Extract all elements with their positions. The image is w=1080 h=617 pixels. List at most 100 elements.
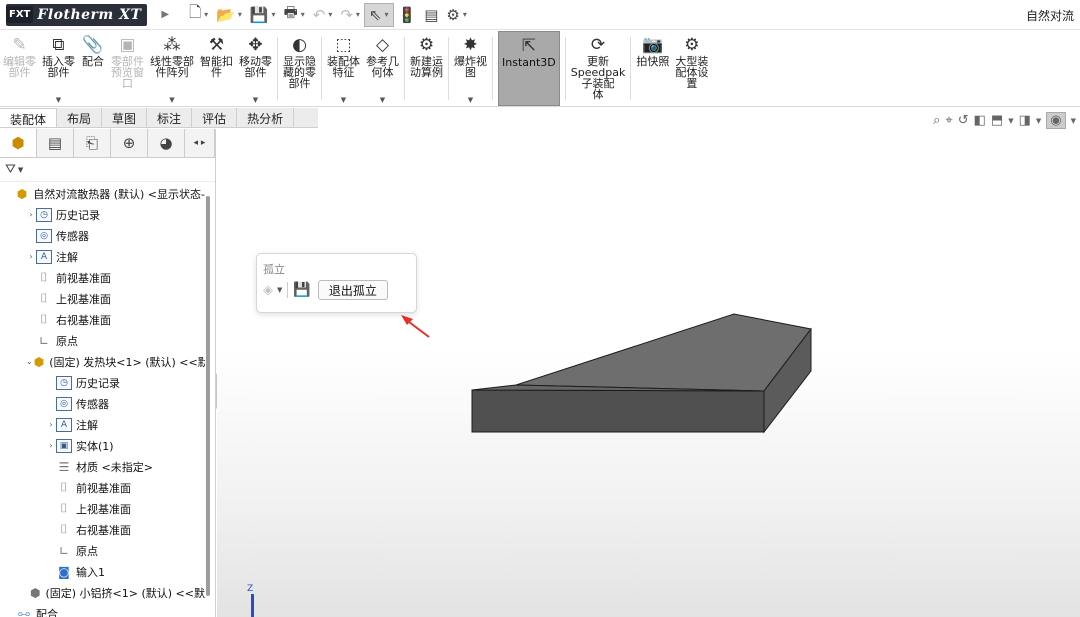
smart-fasteners-button[interactable]: ⚒ 智能扣 件 (197, 31, 236, 106)
chevron-down-icon[interactable]: ▾ (272, 10, 276, 19)
save-button[interactable]: 💾 ▾ (246, 3, 280, 27)
exploded-view-button[interactable]: ✸ 爆炸视 图 ▼ (451, 31, 490, 106)
print-icon[interactable]: 🖶 (284, 2, 298, 27)
select-cursor-button[interactable]: ⇖ ▾ (363, 2, 394, 27)
tree-row[interactable]: › A 注解 (0, 246, 205, 267)
file-properties-icon[interactable]: ▤ (424, 6, 438, 24)
chevron-down-icon[interactable]: ▼ (169, 96, 174, 104)
tree-row[interactable]: › ◷ 历史记录 (0, 204, 205, 225)
chevron-down-icon[interactable]: ▾ (328, 10, 332, 19)
new-doc-icon[interactable]: 🗋 (189, 2, 201, 27)
tree-scrollbar[interactable] (206, 196, 210, 596)
traffic-light-button[interactable]: 🚦 (394, 3, 421, 27)
display-style-icon[interactable]: ◨ (1019, 113, 1031, 128)
tab-2[interactable]: 草图 (102, 108, 148, 127)
large-assembly-settings-button[interactable]: ⚙ 大型装 配体设 置 (672, 31, 711, 106)
new-motion-study-button[interactable]: ⚙ 新建运 动算例 (407, 31, 446, 106)
tree-row[interactable]: ☰ 材质 <未指定> (0, 456, 205, 477)
tab-1[interactable]: 布局 (57, 108, 103, 127)
chevron-down-icon[interactable]: ▼ (277, 286, 282, 294)
tree-row[interactable]: ⌄ ⬢ (固定) 发热块<1> (默认) <<默 (0, 351, 205, 372)
tree-row[interactable]: ⧟ 配合 (0, 603, 205, 617)
instant3d-button[interactable]: ⇱ Instant3D (498, 31, 560, 106)
chevron-down-icon[interactable]: ▼ (380, 96, 385, 104)
section-view-icon[interactable]: ◧ (974, 113, 986, 128)
expand-arrow-icon[interactable]: › (26, 252, 36, 261)
zoom-to-fit-icon[interactable]: ⌕ (933, 113, 940, 128)
chevron-down-icon[interactable]: ▾ (301, 10, 305, 19)
assembly-feature-button[interactable]: ⬚ 装配体 特征 ▼ (324, 31, 363, 106)
tab-4[interactable]: 评估 (192, 108, 238, 127)
tree-row[interactable]: ⌷ 右视基准面 (0, 309, 205, 330)
chevron-down-icon[interactable]: ▾ (356, 10, 360, 19)
chevron-down-icon[interactable]: ▾ (204, 10, 208, 19)
file-properties-button[interactable]: ▤ (420, 3, 442, 27)
edit-component-button[interactable]: ✎ 编辑零 部件 (0, 31, 39, 106)
chevron-down-icon[interactable]: ▼ (18, 166, 23, 174)
redo-button[interactable]: ↷ ▾ (336, 3, 364, 27)
chevron-down-icon[interactable]: ▼ (56, 96, 61, 104)
tree-row[interactable]: ⌷ 前视基准面 (0, 267, 205, 288)
save-as-display-state-icon[interactable]: 💾 (293, 282, 310, 298)
display-manager-icon[interactable]: ◕ (148, 129, 185, 157)
hide-show-items-icon[interactable]: ◉ (1046, 112, 1066, 129)
tree-row[interactable]: › A 注解 (0, 414, 205, 435)
redo-icon[interactable]: ↷ (340, 6, 353, 24)
undo-button[interactable]: ↶ ▾ (309, 3, 337, 27)
options-gear-icon[interactable]: ⚙ (446, 6, 459, 24)
tree-row[interactable]: › ▣ 实体(1) (0, 435, 205, 456)
chevron-down-icon[interactable]: ▾ (463, 10, 467, 19)
new-doc-button[interactable]: 🗋 ▾ (185, 3, 212, 27)
print-button[interactable]: 🖶 ▾ (280, 3, 309, 27)
property-manager-icon[interactable]: ▤ (37, 129, 74, 157)
tree-row[interactable]: ⬢ (固定) 小铝挤<1> (默认) <<默 (0, 582, 205, 603)
chevron-down-icon[interactable]: ▾ (238, 10, 242, 19)
chevron-down-icon[interactable]: ▼ (1036, 117, 1041, 125)
chevron-down-icon[interactable]: ▼ (468, 96, 473, 104)
tree-filter[interactable]: ⛛ ▼ (0, 158, 215, 182)
dimxpert-icon[interactable]: ⊕ (111, 129, 148, 157)
tree-row[interactable]: ∟ 原点 (0, 540, 205, 561)
show-hidden-button[interactable]: ◐ 显示隐 藏的零 部件 (280, 31, 319, 106)
tree-row[interactable]: ◎ 传感器 (0, 225, 205, 246)
filter-icon[interactable]: ⛛ (5, 162, 16, 177)
options-gear-button[interactable]: ⚙ ▾ (442, 3, 470, 27)
mate-button[interactable]: 📎 配合 (78, 31, 108, 106)
tree-row[interactable]: ∟ 原点 (0, 330, 205, 351)
panel-scroll-arrows-icon[interactable]: ◂ ▸ (185, 129, 215, 157)
feature-manager-icon[interactable]: ⬢ (0, 129, 37, 157)
move-component-button[interactable]: ✥ 移动零 部件 ▼ (236, 31, 275, 106)
configuration-manager-icon[interactable]: ⎗ (74, 129, 111, 157)
take-snapshot-button[interactable]: 📷 拍快照 (633, 31, 672, 106)
isolate-display-icon[interactable]: ◈ (263, 283, 273, 298)
select-cursor-icon[interactable]: ⇖ (369, 6, 382, 24)
expand-arrow-icon[interactable]: › (26, 210, 36, 219)
chevron-down-icon[interactable]: ▾ (385, 10, 389, 19)
tab-5[interactable]: 热分析 (237, 108, 295, 127)
tree-row[interactable]: ⌷ 上视基准面 (0, 288, 205, 309)
update-speedpak-button[interactable]: ⟳ 更新 Speedpak 子装配 体 (568, 31, 629, 106)
linear-pattern-button[interactable]: ⁂ 线性零部 件阵列 ▼ (147, 31, 197, 106)
expand-arrow-icon[interactable]: › (46, 420, 56, 429)
tab-0[interactable]: 装配体 (0, 108, 58, 127)
open-icon[interactable]: 📂 (216, 6, 235, 24)
exit-isolate-button[interactable]: 退出孤立 (317, 280, 388, 300)
chevron-down-icon[interactable]: ▼ (1008, 117, 1013, 125)
collapse-arrow-icon[interactable]: ⌄ (26, 357, 33, 366)
tree-row[interactable]: ◷ 历史记录 (0, 372, 205, 393)
chevron-down-icon[interactable]: ▼ (341, 96, 346, 104)
open-button[interactable]: 📂 ▾ (212, 3, 246, 27)
traffic-light-icon[interactable]: 🚦 (398, 6, 417, 24)
tree-row[interactable]: ⌷ 右视基准面 (0, 519, 205, 540)
tab-3[interactable]: 标注 (147, 108, 193, 127)
chevron-down-icon[interactable]: ▼ (1071, 117, 1076, 125)
expand-arrow-icon[interactable]: › (46, 441, 56, 450)
tree-row[interactable]: ⬢ 自然对流散热器 (默认) <显示状态- (0, 183, 205, 204)
previous-view-icon[interactable]: ↺ (958, 113, 969, 128)
undo-icon[interactable]: ↶ (313, 6, 326, 24)
tree-row[interactable]: ◙ 输入1 (0, 561, 205, 582)
zoom-area-icon[interactable]: ⌖ (945, 113, 952, 128)
tree-row[interactable]: ◎ 传感器 (0, 393, 205, 414)
reference-geometry-button[interactable]: ◇ 参考几 何体 ▼ (363, 31, 402, 106)
insert-component-button[interactable]: ⧉ 插入零 部件 ▼ (39, 31, 78, 106)
